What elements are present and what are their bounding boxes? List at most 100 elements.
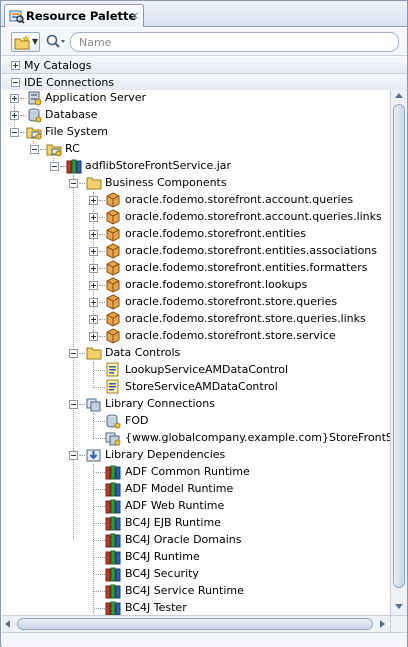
expand-icon[interactable]: [89, 264, 98, 273]
tree-node-application-server[interactable]: Application Server: [2, 90, 390, 107]
tree-node-library[interactable]: ADF Model Runtime: [2, 481, 390, 498]
tree-node-library[interactable]: BC4J Service Runtime: [2, 583, 390, 600]
tree-node-label: BC4J EJB Runtime: [125, 516, 221, 529]
tree-node-package[interactable]: oracle.fodemo.storefront.lookups: [2, 277, 390, 294]
collapse-icon[interactable]: [69, 400, 78, 409]
tree-node-label: oracle.fodemo.storefront.entities.format…: [125, 261, 368, 274]
expand-icon[interactable]: [10, 111, 19, 120]
tree-node-label: BC4J Security: [125, 567, 199, 580]
expand-icon[interactable]: [89, 247, 98, 256]
library-icon: [105, 464, 121, 480]
tree-node-package[interactable]: oracle.fodemo.storefront.entities.format…: [2, 260, 390, 277]
close-icon[interactable]: ×: [130, 9, 139, 22]
tree-node-connection[interactable]: FOD: [2, 413, 390, 430]
tree-node-label: oracle.fodemo.storefront.entities: [125, 227, 306, 240]
collapse-icon[interactable]: [69, 179, 78, 188]
expand-icon[interactable]: [89, 196, 98, 205]
tree-node-library[interactable]: BC4J EJB Runtime: [2, 515, 390, 532]
library-icon: [105, 566, 121, 582]
collapse-icon[interactable]: [30, 145, 39, 154]
tree-node-label: RC: [65, 142, 80, 155]
tree-node-data-controls[interactable]: Data Controls: [2, 345, 390, 362]
scrollbar-thumb[interactable]: [393, 104, 405, 588]
collapse-icon[interactable]: [69, 349, 78, 358]
expand-icon[interactable]: [89, 298, 98, 307]
tree-node-jar[interactable]: adflibStoreFrontService.jar: [2, 158, 390, 175]
tree-node-package[interactable]: oracle.fodemo.storefront.store.service: [2, 328, 390, 345]
tree-node-database[interactable]: Database: [2, 107, 390, 124]
section-ide-connections[interactable]: IDE Connections: [2, 74, 407, 91]
tree-node-label: ADF Model Runtime: [125, 482, 234, 495]
section-label: IDE Connections: [24, 76, 115, 89]
database-connection-icon: [105, 413, 121, 429]
package-icon: [105, 260, 121, 276]
resource-palette-icon: [9, 9, 25, 24]
search-input[interactable]: [70, 32, 399, 52]
tree-node-library[interactable]: ADF Web Runtime: [2, 498, 390, 515]
library-icon: [105, 549, 121, 565]
scrollbar-thumb[interactable]: [17, 618, 373, 630]
tree-node-label: BC4J Tester: [125, 601, 187, 614]
tree-node-file-system[interactable]: File System: [2, 124, 390, 141]
tree-node-package[interactable]: oracle.fodemo.storefront.store.queries.l…: [2, 311, 390, 328]
search-icon[interactable]: [45, 33, 67, 51]
tree-node-business-components[interactable]: Business Components: [2, 175, 390, 192]
expand-icon[interactable]: [89, 230, 98, 239]
tree-node-connection[interactable]: {www.globalcompany.example.com}StoreFron…: [2, 430, 390, 447]
collapse-icon[interactable]: [11, 78, 20, 87]
library-icon: [105, 583, 121, 599]
expand-icon[interactable]: [89, 213, 98, 222]
new-folder-icon: [14, 35, 30, 50]
package-icon: [105, 209, 121, 225]
tree-node-library[interactable]: ADF Common Runtime: [2, 464, 390, 481]
tree-node-label: oracle.fodemo.storefront.store.queries: [125, 295, 338, 308]
package-icon: [105, 226, 121, 242]
tree-node-label: oracle.fodemo.storefront.entities.associ…: [125, 244, 378, 257]
tree-node-package[interactable]: oracle.fodemo.storefront.entities: [2, 226, 390, 243]
tree-node-data-control[interactable]: StoreServiceAMDataControl: [2, 379, 390, 396]
connections-tree: Application Server Database File System: [2, 90, 390, 615]
scroll-right-icon[interactable]: [380, 620, 385, 628]
tree-node-library-dependencies[interactable]: Library Dependencies: [2, 447, 390, 464]
collapse-icon[interactable]: [69, 451, 78, 460]
tree-node-label: Business Components: [105, 176, 227, 189]
tree-node-label: File System: [45, 125, 108, 138]
section-my-catalogs[interactable]: My Catalogs: [2, 57, 407, 74]
expand-icon[interactable]: [10, 94, 19, 103]
expand-icon[interactable]: [89, 332, 98, 341]
tree-node-package[interactable]: oracle.fodemo.storefront.store.queries: [2, 294, 390, 311]
expand-icon[interactable]: [89, 281, 98, 290]
tab-strip: Resource Palette ×: [1, 1, 407, 27]
package-icon: [105, 294, 121, 310]
expand-icon[interactable]: [89, 315, 98, 324]
tree-node-package[interactable]: oracle.fodemo.storefront.entities.associ…: [2, 243, 390, 260]
tree-node-label: {www.globalcompany.example.com}StoreFron…: [125, 431, 390, 444]
tree-node-label: oracle.fodemo.storefront.account.queries…: [125, 210, 382, 223]
vertical-scrollbar[interactable]: [390, 90, 407, 615]
scroll-left-icon[interactable]: [5, 620, 10, 628]
expand-icon[interactable]: [11, 61, 20, 70]
tab-resource-palette[interactable]: Resource Palette ×: [4, 4, 144, 27]
tree-node-label: Database: [45, 108, 98, 121]
tree-node-library[interactable]: BC4J Runtime: [2, 549, 390, 566]
tree-node-data-control[interactable]: LookupServiceAMDataControl: [2, 362, 390, 379]
collapse-icon[interactable]: [50, 162, 59, 171]
horizontal-scrollbar[interactable]: [2, 615, 390, 632]
new-connection-button[interactable]: ▼: [11, 32, 40, 52]
scroll-up-icon[interactable]: [395, 93, 403, 98]
tree-node-library[interactable]: BC4J Tester: [2, 600, 390, 615]
tree-node-package[interactable]: oracle.fodemo.storefront.account.queries…: [2, 209, 390, 226]
package-icon: [105, 192, 121, 208]
tree-node-library[interactable]: BC4J Oracle Domains: [2, 532, 390, 549]
tree-node-label: Data Controls: [105, 346, 181, 359]
scroll-down-icon[interactable]: [395, 604, 403, 609]
collapse-icon[interactable]: [10, 128, 19, 137]
package-icon: [105, 243, 121, 259]
tree-node-library[interactable]: BC4J Security: [2, 566, 390, 583]
tree-node-rc[interactable]: RC: [2, 141, 390, 158]
connections-icon: [86, 396, 102, 412]
tree-node-label: oracle.fodemo.storefront.store.service: [125, 329, 336, 342]
tree-node-library-connections[interactable]: Library Connections: [2, 396, 390, 413]
tree-node-package[interactable]: oracle.fodemo.storefront.account.queries: [2, 192, 390, 209]
tree-node-label: oracle.fodemo.storefront.lookups: [125, 278, 308, 291]
